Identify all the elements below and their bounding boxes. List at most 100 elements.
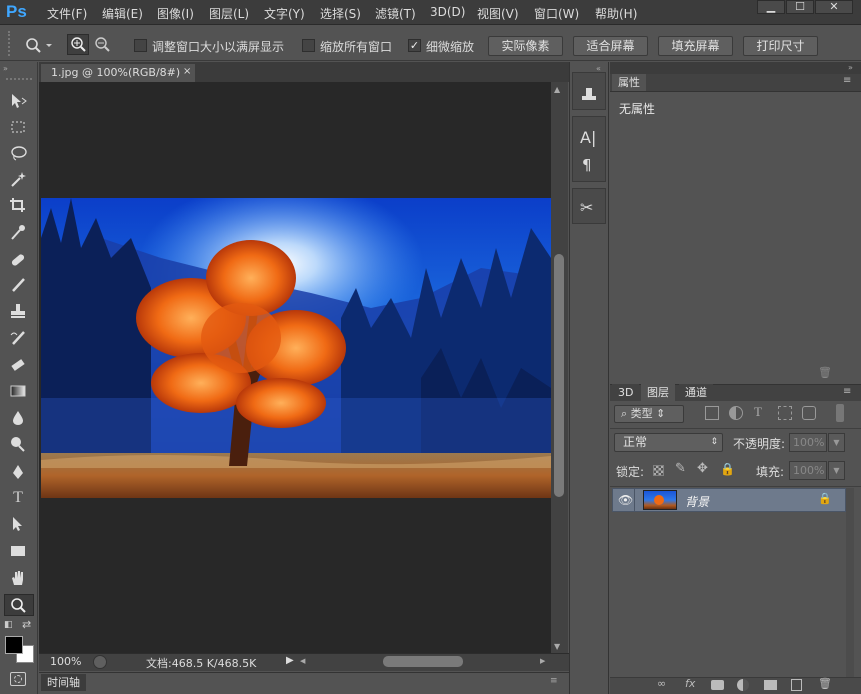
layers-menu-icon[interactable]: ≡ <box>843 386 851 397</box>
history-brush-tool-icon[interactable] <box>5 328 31 348</box>
filter-toggle-switch[interactable] <box>836 404 844 422</box>
fill-screen-button[interactable]: 填充屏幕 <box>658 36 733 56</box>
zoom-preset-picker[interactable] <box>22 35 52 55</box>
swap-colors-icon[interactable]: ⇄ <box>22 618 31 631</box>
default-colors-icon[interactable]: ◧ <box>4 620 13 630</box>
timeline-tab[interactable]: 时间轴 <box>41 674 86 691</box>
document-tab[interactable]: 1.jpg @ 100%(RGB/8#) <box>41 64 195 82</box>
maximize-button[interactable]: ☐ <box>786 0 814 14</box>
menu-view[interactable]: 视图(V) <box>477 5 519 22</box>
hand-tool-icon[interactable] <box>5 568 31 588</box>
tab-channels[interactable]: 通道 <box>679 384 713 401</box>
menu-image[interactable]: 图像(I) <box>157 5 194 22</box>
healing-brush-tool-icon[interactable] <box>5 250 31 270</box>
tab-3d[interactable]: 3D <box>612 384 640 401</box>
filter-adjustment-icon[interactable] <box>729 406 743 420</box>
quick-mask-icon[interactable] <box>10 672 26 686</box>
type-tool-icon[interactable]: T <box>5 488 31 508</box>
scroll-right-icon[interactable]: ▶ <box>540 657 545 665</box>
rectangle-tool-icon[interactable] <box>5 541 31 561</box>
status-info-icon[interactable] <box>93 655 107 669</box>
layer-visibility-eye-icon[interactable]: 👁 <box>618 493 633 507</box>
blend-mode-select[interactable]: 正常 ⇕ <box>614 433 723 452</box>
zoom-in-icon[interactable] <box>67 34 89 55</box>
minimize-button[interactable]: ▁ <box>757 0 785 14</box>
filter-pixel-icon[interactable] <box>705 406 719 420</box>
character-panel-icon[interactable]: A| <box>580 128 596 147</box>
paragraph-panel-icon[interactable]: ¶ <box>582 156 592 174</box>
menu-layer[interactable]: 图层(L) <box>209 5 249 22</box>
scroll-down-icon[interactable]: ▼ <box>554 642 560 651</box>
right-dock-collapse-icon[interactable]: » <box>848 63 853 72</box>
dodge-tool-icon[interactable] <box>5 434 31 454</box>
layers-scrollbar[interactable] <box>846 488 854 678</box>
tools-collapse-icon[interactable]: » <box>3 64 8 73</box>
properties-trash-icon[interactable]: 🗑 <box>818 366 832 379</box>
link-layers-icon[interactable]: ∞ <box>657 677 666 690</box>
gradient-tool-icon[interactable] <box>5 381 31 401</box>
fit-screen-button[interactable]: 适合屏幕 <box>573 36 648 56</box>
properties-menu-icon[interactable]: ≡ <box>843 75 851 86</box>
new-group-icon[interactable] <box>764 680 777 690</box>
scroll-left-icon[interactable]: ◀ <box>300 657 305 665</box>
horizontal-scroll-thumb[interactable] <box>383 656 463 667</box>
crop-tool-icon[interactable] <box>5 195 31 215</box>
scroll-up-icon[interactable]: ▲ <box>554 85 560 94</box>
resize-windows-checkbox[interactable] <box>134 39 147 52</box>
menu-filter[interactable]: 滤镜(T) <box>375 5 416 22</box>
lock-all-icon[interactable]: 🔒 <box>720 462 735 476</box>
filter-shape-icon[interactable] <box>778 406 792 420</box>
tool-presets-icon[interactable] <box>580 86 598 104</box>
properties-tab[interactable]: 属性 <box>612 74 646 91</box>
clone-stamp-tool-icon[interactable] <box>5 301 31 321</box>
menu-file[interactable]: 文件(F) <box>47 5 87 22</box>
document-close-icon[interactable]: × <box>183 66 191 77</box>
scrubby-zoom-checkbox[interactable]: ✓ <box>408 39 421 52</box>
tab-layers[interactable]: 图层 <box>641 384 675 401</box>
timeline-menu-icon[interactable]: ≡ <box>550 676 558 686</box>
menu-window[interactable]: 窗口(W) <box>534 5 579 22</box>
print-size-button[interactable]: 打印尺寸 <box>743 36 818 56</box>
new-layer-icon[interactable] <box>791 679 802 691</box>
menu-3d[interactable]: 3D(D) <box>430 5 465 19</box>
menu-type[interactable]: 文字(Y) <box>264 5 305 22</box>
opacity-input[interactable]: 100% <box>789 433 827 452</box>
eyedropper-tool-icon[interactable] <box>5 222 31 242</box>
fill-dropdown-icon[interactable]: ▼ <box>828 461 845 480</box>
tools-panel-icon[interactable]: ✂ <box>580 198 593 217</box>
menu-help[interactable]: 帮助(H) <box>595 5 637 22</box>
opacity-dropdown-icon[interactable]: ▼ <box>828 433 845 452</box>
add-mask-icon[interactable] <box>711 680 724 690</box>
zoom-all-checkbox[interactable] <box>302 39 315 52</box>
zoom-level[interactable]: 100% <box>50 655 81 668</box>
menu-select[interactable]: 选择(S) <box>320 5 361 22</box>
lock-transparent-icon[interactable] <box>653 465 664 476</box>
layer-thumbnail[interactable] <box>643 490 677 510</box>
status-menu-arrow-icon[interactable]: ▶ <box>286 655 294 666</box>
pen-tool-icon[interactable] <box>5 462 31 482</box>
filter-smart-object-icon[interactable] <box>802 406 816 420</box>
close-button[interactable]: ✕ <box>815 0 853 14</box>
eraser-tool-icon[interactable] <box>5 355 31 375</box>
delete-layer-icon[interactable]: 🗑 <box>818 677 832 690</box>
image-canvas[interactable] <box>41 198 551 498</box>
brush-tool-icon[interactable] <box>5 275 31 295</box>
blur-tool-icon[interactable] <box>5 408 31 428</box>
move-tool-icon[interactable] <box>5 91 31 111</box>
layer-style-icon[interactable]: fx <box>685 677 695 690</box>
actual-pixels-button[interactable]: 实际像素 <box>488 36 563 56</box>
zoom-out-icon[interactable] <box>92 35 114 55</box>
foreground-color-swatch[interactable] <box>5 636 23 654</box>
menu-edit[interactable]: 编辑(E) <box>102 5 143 22</box>
fill-input[interactable]: 100% <box>789 461 827 480</box>
zoom-tool-icon[interactable] <box>4 594 34 616</box>
marquee-tool-icon[interactable] <box>5 117 31 137</box>
lasso-tool-icon[interactable] <box>5 143 31 163</box>
lock-pixels-icon[interactable]: ✎ <box>675 461 686 476</box>
lock-position-icon[interactable]: ✥ <box>697 461 708 476</box>
adjustment-layer-icon[interactable] <box>737 679 749 691</box>
layer-name[interactable]: 背景 <box>685 493 709 510</box>
layer-filter-select[interactable]: ⌕ 类型 ⇕ <box>614 405 684 423</box>
magic-wand-tool-icon[interactable] <box>5 169 31 189</box>
vertical-scroll-thumb[interactable] <box>554 254 564 497</box>
